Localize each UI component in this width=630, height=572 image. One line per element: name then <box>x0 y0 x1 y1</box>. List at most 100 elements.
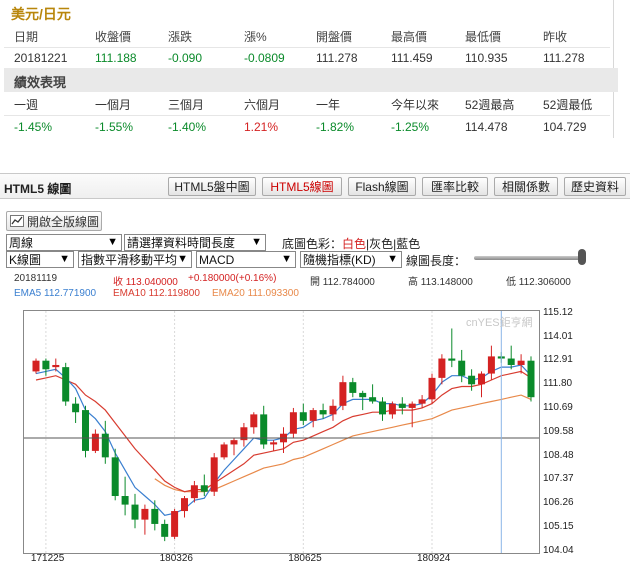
candle-body <box>52 364 60 368</box>
candlestick-chart[interactable] <box>23 310 540 554</box>
x-tick-label: 171225 <box>30 553 65 564</box>
x-tick-label: 180625 <box>288 553 322 564</box>
performance-header-row: 一週 一個月 三個月 六個月 一年 今年以來 52週最高 52週最低 <box>4 93 610 115</box>
quote-open: 111.278 <box>316 51 358 65</box>
candle-body <box>517 360 525 365</box>
quote-header: 日期 <box>14 29 39 44</box>
quote-header: 昨收 <box>543 29 568 44</box>
performance-values-row: -1.45% -1.55% -1.40% 1.21% -1.82% -1.25%… <box>4 115 610 137</box>
range-select[interactable]: 請選擇資料時間長度 ▼ <box>124 234 266 251</box>
chart-type-value: K線圖 <box>9 253 42 267</box>
candle-body <box>468 375 476 385</box>
candle-body <box>359 392 367 398</box>
candle-body <box>32 360 40 372</box>
candle-body <box>200 485 208 492</box>
perf-3m: -1.40% <box>168 119 207 134</box>
chart-section-title: HTML5 線圖 <box>4 182 72 196</box>
perf-1m: -1.55% <box>95 119 134 134</box>
y-tick-label: 105.15 <box>543 521 574 533</box>
open-fullscreen-chart-button[interactable]: 開啟全版線圖 <box>6 211 102 231</box>
bg-blue-option[interactable]: 藍色 <box>396 237 420 251</box>
candle-body <box>42 360 50 370</box>
quote-prev-close: 111.278 <box>543 51 585 65</box>
y-tick-label: 106.26 <box>543 497 574 509</box>
chart-type-select[interactable]: K線圖 ▼ <box>6 251 74 268</box>
candle-body <box>299 412 307 421</box>
perf-header: 52週最高 <box>465 97 515 112</box>
y-tick-label: 109.58 <box>543 426 574 437</box>
tab-correlation[interactable]: 相關係數 <box>494 177 558 196</box>
candle-body <box>101 433 109 458</box>
perf-52w-high: 114.478 <box>465 119 508 134</box>
candle-body <box>379 401 386 415</box>
info-close: 收 113.040000 <box>113 277 178 288</box>
quote-values-row: 20181221 111.188 -0.090 -0.0809 111.278 … <box>4 47 610 69</box>
dropdown-arrow-icon: ▼ <box>59 253 70 265</box>
candle-body <box>448 358 456 361</box>
y-tick-label: 110.69 <box>543 402 573 414</box>
candle-body <box>527 360 535 398</box>
bg-white-option[interactable]: 白色 <box>342 237 366 251</box>
candle-body <box>438 358 446 378</box>
bg-gray-option[interactable]: 灰色 <box>369 237 393 251</box>
quote-header-row: 日期 收盤價 漲跌 漲% 開盤價 最高價 最低價 昨收 <box>4 25 610 47</box>
candle-body <box>181 498 188 512</box>
candle-body <box>230 440 238 445</box>
candle-body <box>458 360 466 376</box>
bg-color-label: 底圖色彩： <box>282 237 343 251</box>
chart-length-slider-handle[interactable] <box>578 249 586 265</box>
candle-body <box>487 356 495 374</box>
quote-header: 最高價 <box>391 29 428 44</box>
quote-date: 20181221 <box>14 51 68 65</box>
dropdown-arrow-icon: ▼ <box>107 236 118 248</box>
candle-body <box>319 410 327 415</box>
perf-1w: -1.45% <box>14 119 53 134</box>
candle-body <box>260 414 268 445</box>
range-value: 請選擇資料時間長度 <box>127 236 236 250</box>
candle-body <box>131 504 139 520</box>
candle-body <box>329 405 337 415</box>
dropdown-arrow-icon: ▼ <box>177 253 188 265</box>
indicator3-select[interactable]: 隨機指標(KD) ▼ <box>300 251 402 268</box>
quote-close: 111.188 <box>95 51 137 65</box>
quote-panel: 美元/日元 日期 收盤價 漲跌 漲% 開盤價 最高價 最低價 昨收 201812… <box>4 0 618 138</box>
tab-fx-compare[interactable]: 匯率比較 <box>422 177 488 196</box>
quote-title: 美元/日元 <box>11 6 71 22</box>
perf-ytd: -1.25% <box>391 119 430 134</box>
perf-header: 今年以來 <box>391 97 440 112</box>
tab-html5-intraday[interactable]: HTML5盤中圖 <box>168 177 256 196</box>
quote-header: 最低價 <box>465 29 502 44</box>
quote-change: -0.090 <box>168 51 203 65</box>
candle-body <box>428 377 436 400</box>
legend-ema5: EMA5 112.771900 <box>14 288 97 299</box>
quote-header: 漲跌 <box>168 29 193 44</box>
legend-ema20: EMA20 111.093300 <box>212 288 299 299</box>
candle-body <box>220 444 228 458</box>
dropdown-arrow-icon: ▼ <box>251 236 262 248</box>
candle-body <box>418 399 426 404</box>
perf-header: 一年 <box>316 97 341 112</box>
candle-body <box>161 523 169 537</box>
indicator2-select[interactable]: MACD ▼ <box>196 251 296 268</box>
tab-html5-chart[interactable]: HTML5線圖 <box>262 177 342 196</box>
candle-body <box>82 410 89 451</box>
quote-header: 漲% <box>244 29 267 44</box>
legend-ema10: EMA10 112.119800 <box>113 288 200 299</box>
candle-body <box>309 410 317 421</box>
period-select[interactable]: 周線 ▼ <box>6 234 122 251</box>
tab-flash-chart[interactable]: Flash線圖 <box>348 177 416 196</box>
info-open: 開 112.784000 <box>310 277 375 288</box>
tab-history[interactable]: 歷史資料 <box>564 177 626 196</box>
quote-change-pct: -0.0809 <box>244 51 285 65</box>
performance-title: 績效表現 <box>14 75 67 90</box>
candle-body <box>190 485 198 499</box>
info-date: 20181119 <box>14 273 58 284</box>
chart-watermark: cnYES鉅亨網 <box>466 317 533 329</box>
chart-length-slider[interactable] <box>474 256 584 260</box>
y-tick-label: 114.01 <box>543 330 573 342</box>
y-tick-label: 104.04 <box>543 545 574 556</box>
y-tick-label: 112.91 <box>543 354 573 366</box>
indicator1-select[interactable]: 指數平滑移動平均 ▼ <box>78 251 192 268</box>
chart-length-label: 線圖長度： <box>406 254 467 268</box>
candle-body <box>121 496 129 505</box>
